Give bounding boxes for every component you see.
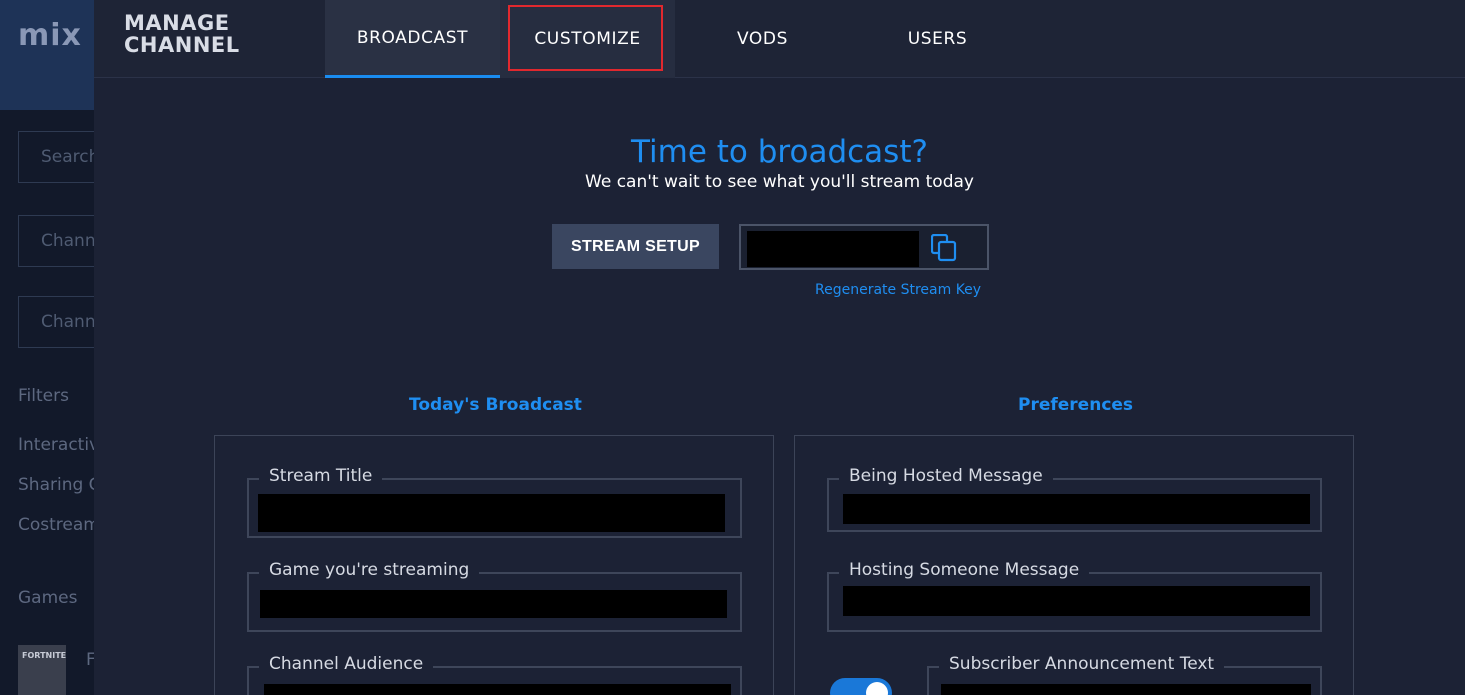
regenerate-stream-key-link[interactable]: Regenerate Stream Key (815, 282, 981, 298)
game-thumbnail[interactable]: FORTNITE (18, 645, 66, 695)
top-nav: MANAGE CHANNEL BROADCAST CUSTOMIZE VODS … (94, 0, 1465, 78)
page-title-line1: MANAGE (124, 11, 230, 35)
copy-icon[interactable] (931, 234, 957, 262)
being-hosted-message-field[interactable]: Being Hosted Message (827, 466, 1322, 532)
tab-vods-label: VODS (737, 29, 788, 49)
hosting-someone-message-field[interactable]: Hosting Someone Message (827, 560, 1322, 632)
stream-title-redacted (258, 494, 725, 532)
tab-broadcast[interactable]: BROADCAST (325, 0, 500, 78)
todays-broadcast-heading: Today's Broadcast (409, 395, 582, 415)
hero-subtitle: We can't wait to see what you'll stream … (585, 172, 974, 192)
left-sidebar: mix Search Channels Channels Filters Int… (0, 0, 94, 695)
tab-broadcast-label: BROADCAST (356, 27, 469, 48)
channel-filter-dropdown[interactable]: Channels (18, 215, 94, 267)
highlight-box (508, 5, 663, 71)
filters-label: Filters (18, 386, 69, 406)
tab-users[interactable]: USERS (850, 0, 1025, 78)
filter-sharing-controller[interactable]: Sharing Controller (18, 475, 94, 495)
stream-setup-button[interactable]: STREAM SETUP (552, 224, 719, 269)
tab-customize[interactable]: CUSTOMIZE (500, 0, 675, 78)
being-hosted-redacted (843, 494, 1310, 524)
toggle-knob (866, 682, 888, 695)
tab-users-label: USERS (907, 29, 968, 49)
games-label: Games (18, 588, 78, 608)
game-label[interactable]: F (86, 650, 94, 670)
channel-sort-dropdown[interactable]: Channels (18, 296, 94, 348)
stream-key-redacted (747, 231, 919, 267)
stream-title-label: Stream Title (259, 466, 383, 486)
preferences-heading: Preferences (1018, 395, 1134, 415)
channel-audience-field[interactable]: Channel Audience (247, 654, 742, 695)
channel-audience-label: Channel Audience (259, 654, 434, 674)
hero-title: Time to broadcast? (631, 134, 928, 170)
game-thumb-text: FORTNITE (22, 651, 67, 660)
being-hosted-message-label: Being Hosted Message (839, 466, 1053, 486)
search-input[interactable]: Search (18, 131, 94, 183)
manage-channel-panel: MANAGE CHANNEL BROADCAST CUSTOMIZE VODS … (94, 0, 1465, 695)
subscriber-announcement-field[interactable]: Subscriber Announcement Text (927, 654, 1322, 695)
page-title-line2: CHANNEL (124, 33, 240, 57)
game-field[interactable]: Game you're streaming (247, 560, 742, 632)
todays-broadcast-card: Stream Title Game you're streaming Chann… (214, 435, 774, 695)
stream-key-field[interactable] (739, 224, 989, 270)
hosting-someone-redacted (843, 586, 1310, 616)
preferences-card: Being Hosted Message Hosting Someone Mes… (794, 435, 1354, 695)
game-redacted (260, 590, 727, 618)
subscriber-announcement-label: Subscriber Announcement Text (939, 654, 1225, 674)
filter-interactive[interactable]: Interactive (18, 435, 94, 455)
hosting-someone-message-label: Hosting Someone Message (839, 560, 1090, 580)
logo-bar: mix (0, 0, 94, 110)
filter-costream[interactable]: Costream (18, 515, 94, 535)
subscriber-announcement-toggle[interactable] (830, 678, 892, 695)
game-label: Game you're streaming (259, 560, 480, 580)
page-title: MANAGE CHANNEL (124, 12, 240, 56)
tab-vods[interactable]: VODS (675, 0, 850, 78)
stream-title-field[interactable]: Stream Title (247, 466, 742, 538)
subscriber-announcement-redacted (941, 684, 1311, 695)
channel-audience-redacted (264, 684, 731, 695)
mixer-logo: mix (18, 18, 82, 53)
